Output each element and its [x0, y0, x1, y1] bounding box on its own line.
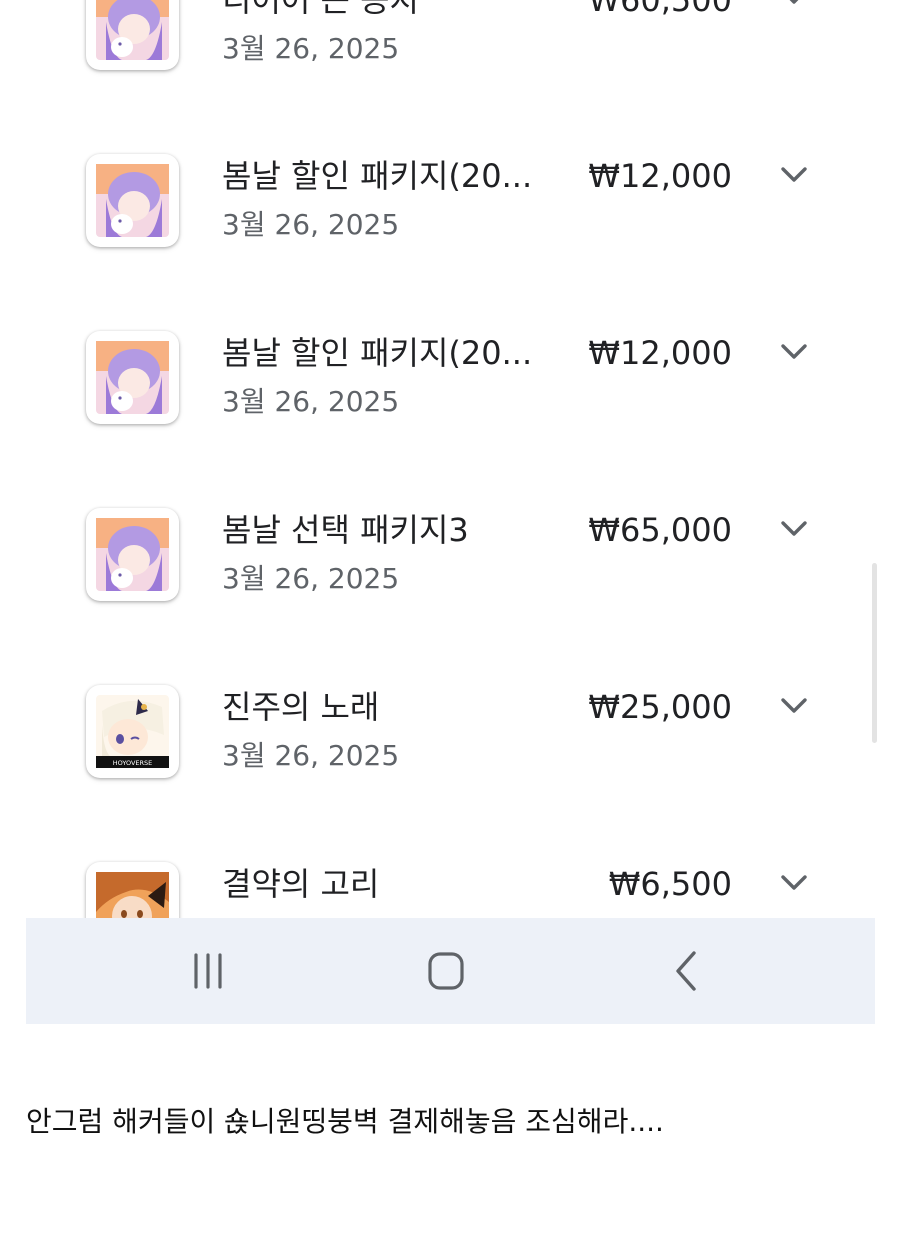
item-price: ₩12,000 [588, 334, 732, 372]
item-price: ₩60,500 [588, 0, 732, 19]
purple-hair-character-icon [86, 0, 179, 70]
item-date: 3월 26, 2025 [222, 739, 400, 772]
chevron-down-icon[interactable] [778, 695, 810, 717]
item-price: ₩65,000 [588, 511, 732, 549]
purchase-row[interactable]: 봄날 할인 패키지(20... 3월 26, 2025 ₩12,000 [0, 150, 900, 327]
back-icon[interactable] [656, 943, 716, 999]
system-navigation-bar [26, 918, 875, 1024]
chevron-down-icon[interactable] [778, 0, 810, 8]
item-date: 3월 26, 2025 [222, 385, 400, 418]
purchase-row[interactable]: 봄날 선택 패키지3 3월 26, 2025 ₩65,000 [0, 504, 900, 681]
chevron-down-icon[interactable] [778, 518, 810, 540]
hoyoverse-logo-text: HOYOVERSE [113, 759, 153, 767]
purchase-list: 디어어 곤 공지 3월 26, 2025 ₩60,500 봄날 할인 패키지(2… [0, 0, 900, 918]
purple-hair-character-icon [86, 331, 179, 424]
home-icon[interactable] [416, 943, 476, 999]
item-title: 결약의 고리 [222, 865, 380, 903]
hoyoverse-character-icon: HOYOVERSE [86, 685, 179, 778]
item-title: 봄날 선택 패키지3 [222, 511, 469, 549]
post-caption: 안그럼 해커들이 숁니원띵붕벽 결제해놓음 조심해라.... [26, 1105, 664, 1138]
chevron-down-icon[interactable] [778, 341, 810, 363]
item-title: 디어어 곤 공지 [222, 0, 419, 19]
item-date: 3월 26, 2025 [222, 32, 400, 65]
item-date: 3월 26, 2025 [222, 562, 400, 595]
purchase-row[interactable]: 봄날 할인 패키지(20... 3월 26, 2025 ₩12,000 [0, 327, 900, 504]
purchase-row[interactable]: 디어어 곤 공지 3월 26, 2025 ₩60,500 [0, 0, 900, 70]
item-price: ₩12,000 [588, 157, 732, 195]
purple-hair-character-icon [86, 154, 179, 247]
orange-hair-character-icon [86, 862, 179, 918]
item-price: ₩25,000 [588, 688, 732, 726]
item-date: 3월 26, 2025 [222, 208, 400, 241]
item-title: 봄날 할인 패키지(20... [222, 334, 533, 372]
item-title: 봄날 할인 패키지(20... [222, 157, 533, 195]
scrollbar[interactable] [872, 563, 877, 743]
purchase-history-screen: 디어어 곤 공지 3월 26, 2025 ₩60,500 봄날 할인 패키지(2… [0, 0, 900, 1025]
item-title: 진주의 노래 [222, 688, 380, 726]
recent-apps-icon[interactable] [178, 943, 238, 999]
chevron-down-icon[interactable] [778, 872, 810, 894]
purchase-row[interactable]: HOYOVERSE 진주의 노래 3월 26, 2025 ₩25,000 [0, 681, 900, 858]
purchase-row[interactable]: 결약의 고리 ₩6,500 [0, 858, 900, 918]
chevron-down-icon[interactable] [778, 164, 810, 186]
item-price: ₩6,500 [608, 865, 732, 903]
purple-hair-character-icon [86, 508, 179, 601]
